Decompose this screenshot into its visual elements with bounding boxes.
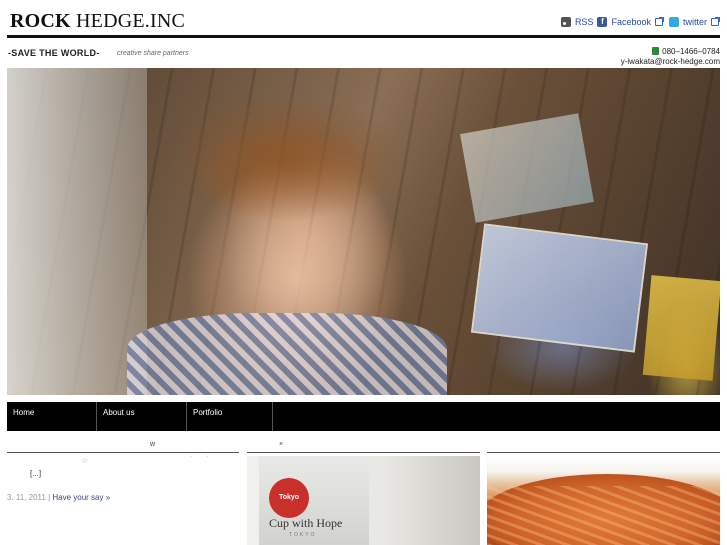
hero-wall xyxy=(7,68,147,395)
header-divider xyxy=(7,35,720,38)
comment-link[interactable]: Have your say » xyxy=(52,493,110,502)
site-tagline: -SAVE THE WORLD- xyxy=(8,48,100,58)
portfolio-thumbnail-cafe[interactable]: Tokyo Cup with Hope TOKYO xyxy=(247,456,480,545)
thumbnail-subsignage: TOKYO xyxy=(289,532,317,538)
hero-image xyxy=(7,68,720,395)
post-meta: 3. 11, 2011 | Have your say » xyxy=(7,493,110,502)
hero-portrait-hair xyxy=(157,88,417,228)
contact-email[interactable]: y-iwakata@rock-hedge.com xyxy=(621,57,720,67)
rss-link[interactable]: RSS xyxy=(575,17,594,27)
rss-icon[interactable] xyxy=(560,17,571,27)
portfolio-thumbnail-pasta[interactable] xyxy=(487,456,720,545)
thumbnail-badge: Tokyo xyxy=(269,478,309,518)
site-subtagline: creative share partners xyxy=(117,50,189,57)
contact-info: 080–1466–0784 y-iwakata@rock-hedge.com xyxy=(621,47,720,67)
post-date: 3. 11, 2011 | xyxy=(7,493,53,502)
middle-column-heading: × xyxy=(279,441,284,448)
nav-home[interactable]: Home xyxy=(7,402,97,431)
facebook-link[interactable]: Facebook xyxy=(611,17,651,27)
dots-text: · · xyxy=(190,453,215,460)
main-nav: Home About us Portfolio xyxy=(7,402,720,431)
middle-column-divider xyxy=(247,452,480,453)
post-excerpt: [...] xyxy=(30,469,42,478)
nav-about-us[interactable]: About us xyxy=(97,402,187,431)
twitter-link[interactable]: twitter xyxy=(683,17,707,27)
nav-portfolio[interactable]: Portfolio xyxy=(187,402,273,431)
external-link-icon[interactable] xyxy=(711,17,720,26)
phone-number: 080–1466–0784 xyxy=(662,47,720,56)
phone-icon xyxy=(652,47,660,55)
thumbnail-noodles xyxy=(487,486,720,545)
logo-bold-text: ROCK xyxy=(10,10,71,32)
facebook-icon[interactable]: f xyxy=(597,17,608,27)
site-logo[interactable]: ROCK HEDGE.INC xyxy=(10,10,185,33)
left-column-heading: w xyxy=(150,441,156,448)
logo-rest-text: HEDGE.INC xyxy=(70,10,186,32)
hero-portrait-shirt xyxy=(127,313,447,395)
right-column-divider xyxy=(487,452,720,453)
hero-book xyxy=(470,223,649,353)
hero-book xyxy=(642,275,720,381)
star-icon: ☆ xyxy=(81,456,89,465)
thumbnail-signage: Cup with Hope xyxy=(269,516,343,530)
twitter-icon[interactable] xyxy=(668,17,679,27)
external-link-icon[interactable] xyxy=(654,17,664,26)
social-links: RSS f Facebook twitter xyxy=(559,17,721,27)
